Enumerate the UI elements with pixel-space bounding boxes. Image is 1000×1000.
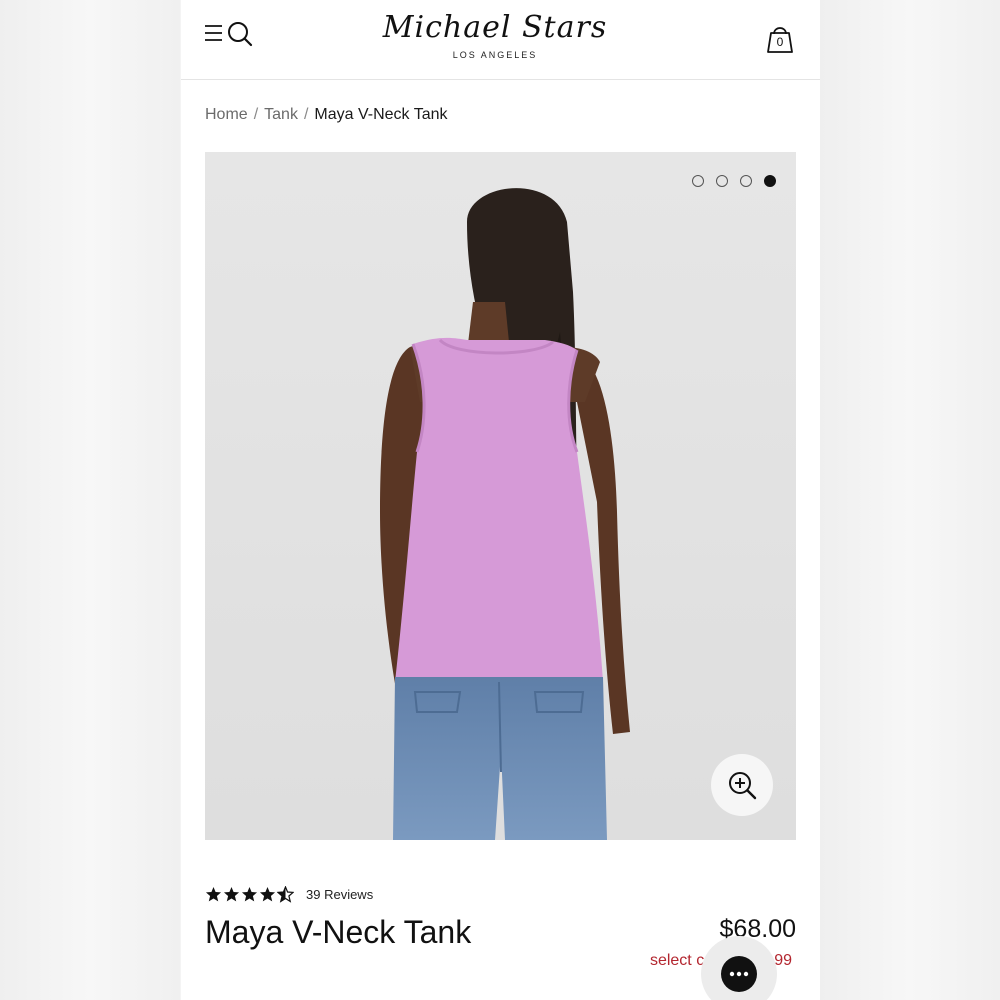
star-icon <box>259 886 276 901</box>
star-icon <box>277 885 294 903</box>
menu-icon[interactable] <box>205 22 223 44</box>
zoom-in-icon <box>729 772 757 800</box>
breadcrumb: Home / Tank / Maya V-Neck Tank <box>205 104 447 126</box>
gallery-dot[interactable] <box>740 175 752 187</box>
site-header: Michael Stars LOS ANGELES 0 <box>181 0 820 80</box>
reviews-link[interactable]: 39 Reviews <box>306 887 373 902</box>
promo-text-start: select c <box>649 952 705 969</box>
breadcrumb-separator: / <box>253 106 259 123</box>
cart-button[interactable]: 0 <box>763 22 797 56</box>
brand-tagline: LOS ANGELES <box>452 50 538 60</box>
gallery-pagination <box>692 175 776 187</box>
breadcrumb-current: Maya V-Neck Tank <box>314 106 448 123</box>
star-rating <box>205 885 294 903</box>
product-title: Maya V-Neck Tank <box>205 914 472 950</box>
product-image-gallery[interactable] <box>205 152 796 840</box>
search-icon[interactable] <box>227 21 253 47</box>
zoom-button[interactable] <box>711 754 773 816</box>
gallery-dot[interactable] <box>716 175 728 187</box>
brand-name: Michael Stars <box>382 10 608 45</box>
breadcrumb-tank[interactable]: Tank <box>264 106 298 123</box>
brand-logo[interactable]: Michael Stars LOS ANGELES <box>367 10 623 66</box>
promo-text-end: 99 <box>774 952 792 969</box>
star-icon <box>205 886 222 901</box>
breadcrumb-separator: / <box>303 106 309 123</box>
gallery-dot[interactable] <box>692 175 704 187</box>
product-page: Michael Stars LOS ANGELES 0 Home / Tank / Ma… <box>181 0 820 1000</box>
chat-icon <box>721 956 757 992</box>
product-rating: 39 Reviews <box>205 884 373 904</box>
cart-count: 0 <box>776 35 784 49</box>
product-photo <box>205 152 796 840</box>
right-background <box>820 0 1000 1000</box>
gallery-dot[interactable] <box>764 175 776 187</box>
breadcrumb-home[interactable]: Home <box>205 106 248 123</box>
star-icon <box>241 886 258 901</box>
star-icon <box>223 886 240 901</box>
left-background <box>0 0 180 1000</box>
